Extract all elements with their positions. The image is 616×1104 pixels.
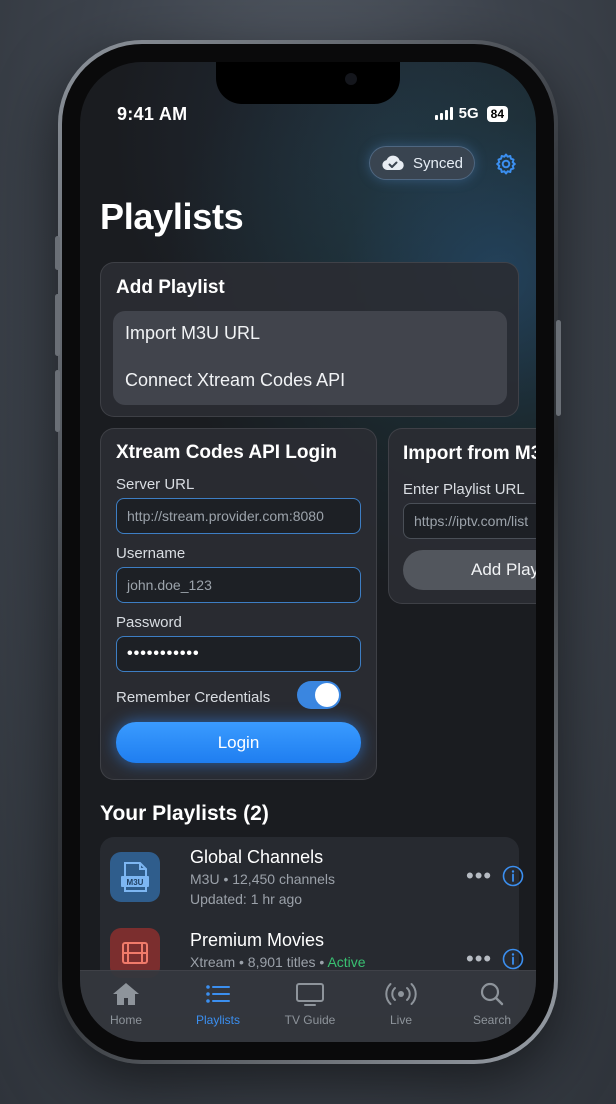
phone-frame: 9:41 AM 5G 84 Synced Playlists Add Playl…	[55, 40, 561, 1064]
toggle-knob	[315, 683, 339, 707]
playlist-meta: M3U • 12,450 channels	[190, 871, 335, 887]
home-icon	[113, 983, 139, 1005]
server-url-input[interactable]: http://stream.provider.com:8080	[116, 498, 361, 534]
tab-search[interactable]: Search	[452, 981, 532, 1027]
active-status: Active	[327, 954, 366, 970]
add-playlist-title: Add Playlist	[116, 277, 225, 298]
your-playlists-title: Your Playlists (2)	[100, 802, 269, 825]
notch	[216, 62, 400, 104]
add-playlist-card: Add Playlist Import M3U URL Connect Xtre…	[100, 262, 519, 417]
tab-live[interactable]: Live	[361, 981, 441, 1027]
gear-icon[interactable]	[494, 152, 518, 176]
camera	[345, 73, 357, 85]
server-url-label: Server URL	[116, 476, 195, 493]
info-icon[interactable]	[502, 865, 524, 887]
tab-home[interactable]: Home	[86, 981, 166, 1027]
tab-label: Search	[472, 1013, 512, 1027]
playlist-meta: Xtream • 8,901 titles • Active	[190, 954, 366, 970]
password-input[interactable]: •••••••••••	[116, 636, 361, 672]
login-button[interactable]: Login	[116, 722, 361, 763]
volume-up-button	[55, 294, 60, 356]
xtream-login-title: Xtream Codes API Login	[116, 442, 337, 463]
connect-xtream-option[interactable]: Connect Xtream Codes API	[125, 370, 345, 391]
playlist-url-label: Enter Playlist URL	[403, 481, 525, 498]
import-m3u-title: Import from M3U	[403, 443, 536, 464]
volume-down-button	[55, 370, 60, 432]
tab-bar: Home Playlists TV Guide Live Search	[80, 970, 536, 1042]
synced-label: Synced	[412, 154, 464, 172]
m3u-badge: M3U	[126, 878, 144, 887]
remember-credentials-toggle[interactable]	[297, 681, 341, 709]
more-options-icon[interactable]: •••	[466, 863, 492, 889]
action-button	[55, 236, 60, 270]
tab-tv-guide[interactable]: TV Guide	[270, 981, 350, 1027]
status-bar-right: 5G 84	[434, 105, 508, 122]
power-button	[556, 320, 561, 416]
playlist-url-input[interactable]: https://iptv.com/list	[403, 503, 536, 539]
page-title: Playlists	[100, 196, 244, 237]
m3u-file-icon: M3U	[110, 852, 160, 902]
username-input[interactable]: john.doe_123	[116, 567, 361, 603]
tab-playlists[interactable]: Playlists	[178, 981, 258, 1027]
playlist-updated: Updated: 1 hr ago	[190, 891, 303, 907]
tab-label: Live	[389, 1013, 412, 1027]
tab-label: Playlists	[195, 1013, 240, 1027]
live-broadcast-icon	[385, 983, 417, 1005]
signal-icon	[434, 107, 453, 120]
tv-icon	[296, 983, 324, 1006]
playlist-meta-text: Xtream • 8,901 titles •	[190, 954, 328, 970]
playlist-row-global-channels[interactable]: M3U Global Channels M3U • 12,450 channel…	[100, 837, 524, 919]
import-m3u-option[interactable]: Import M3U URL	[125, 323, 260, 344]
playlist-name: Premium Movies	[190, 930, 325, 950]
password-label: Password	[116, 614, 182, 631]
tab-label: TV Guide	[284, 1013, 336, 1027]
app-screen: 9:41 AM 5G 84 Synced Playlists Add Playl…	[80, 62, 536, 1042]
tab-label: Home	[109, 1013, 142, 1027]
info-icon[interactable]	[502, 948, 524, 970]
sync-status-button[interactable]: Synced	[369, 146, 475, 180]
add-playlist-options: Import M3U URL Connect Xtream Codes API	[113, 311, 507, 405]
remember-credentials-label: Remember Credentials	[116, 689, 271, 706]
list-icon	[206, 985, 230, 1003]
add-playlist-button[interactable]: Add Playlist	[403, 550, 536, 590]
status-time: 9:41 AM	[117, 104, 188, 124]
playlist-name: Global Channels	[190, 847, 324, 867]
network-label: 5G	[458, 105, 479, 122]
username-label: Username	[116, 545, 186, 562]
more-options-icon[interactable]: •••	[466, 946, 492, 972]
battery-icon: 84	[486, 105, 508, 122]
cloud-check-icon	[382, 155, 404, 170]
search-icon	[480, 982, 504, 1006]
